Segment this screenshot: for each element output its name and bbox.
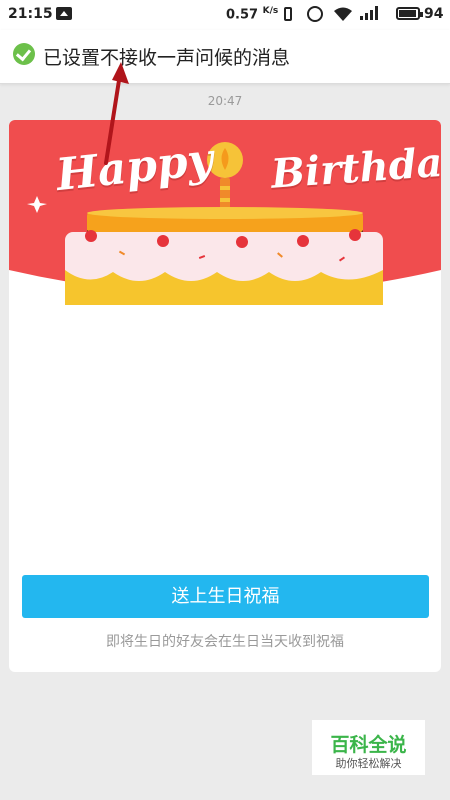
- network-speed: 0.57 K/s: [226, 6, 278, 22]
- status-time: 21:15: [8, 6, 53, 22]
- check-circle-icon: [13, 43, 35, 65]
- send-birthday-wishes-button[interactable]: 送上生日祝福: [22, 575, 429, 618]
- alarm-icon: [307, 6, 323, 22]
- watermark-subtitle: 助你轻松解决: [335, 757, 402, 770]
- toast-text: 已设置不接收一声问候的消息: [43, 47, 291, 69]
- vibrate-icon: [284, 7, 292, 21]
- network-speed-value: 0.57: [226, 7, 259, 23]
- watermark-title: 百科全说: [330, 734, 407, 756]
- message-icon: [56, 7, 72, 20]
- chat-timestamp: 20:47: [207, 94, 243, 108]
- battery-percent: 94: [424, 6, 444, 22]
- birthday-card[interactable]: Happy Birthday 送上生日祝福 即将生日的好友会在生日当天收到祝福: [9, 120, 441, 672]
- battery-icon: [396, 7, 423, 20]
- wifi-icon: [334, 7, 352, 21]
- watermark-logo: 百科全说 助你轻松解决: [312, 720, 425, 775]
- status-bar: 21:15 0.57 K/s 94: [0, 0, 450, 30]
- toast-notification: 已设置不接收一声问候的消息: [0, 30, 450, 84]
- birthday-hint-text: 即将生日的好友会在生日当天收到祝福: [106, 634, 344, 650]
- birthday-banner: Happy Birthday: [9, 120, 441, 305]
- signal-icon: [360, 6, 378, 20]
- network-speed-unit: K/s: [262, 6, 279, 16]
